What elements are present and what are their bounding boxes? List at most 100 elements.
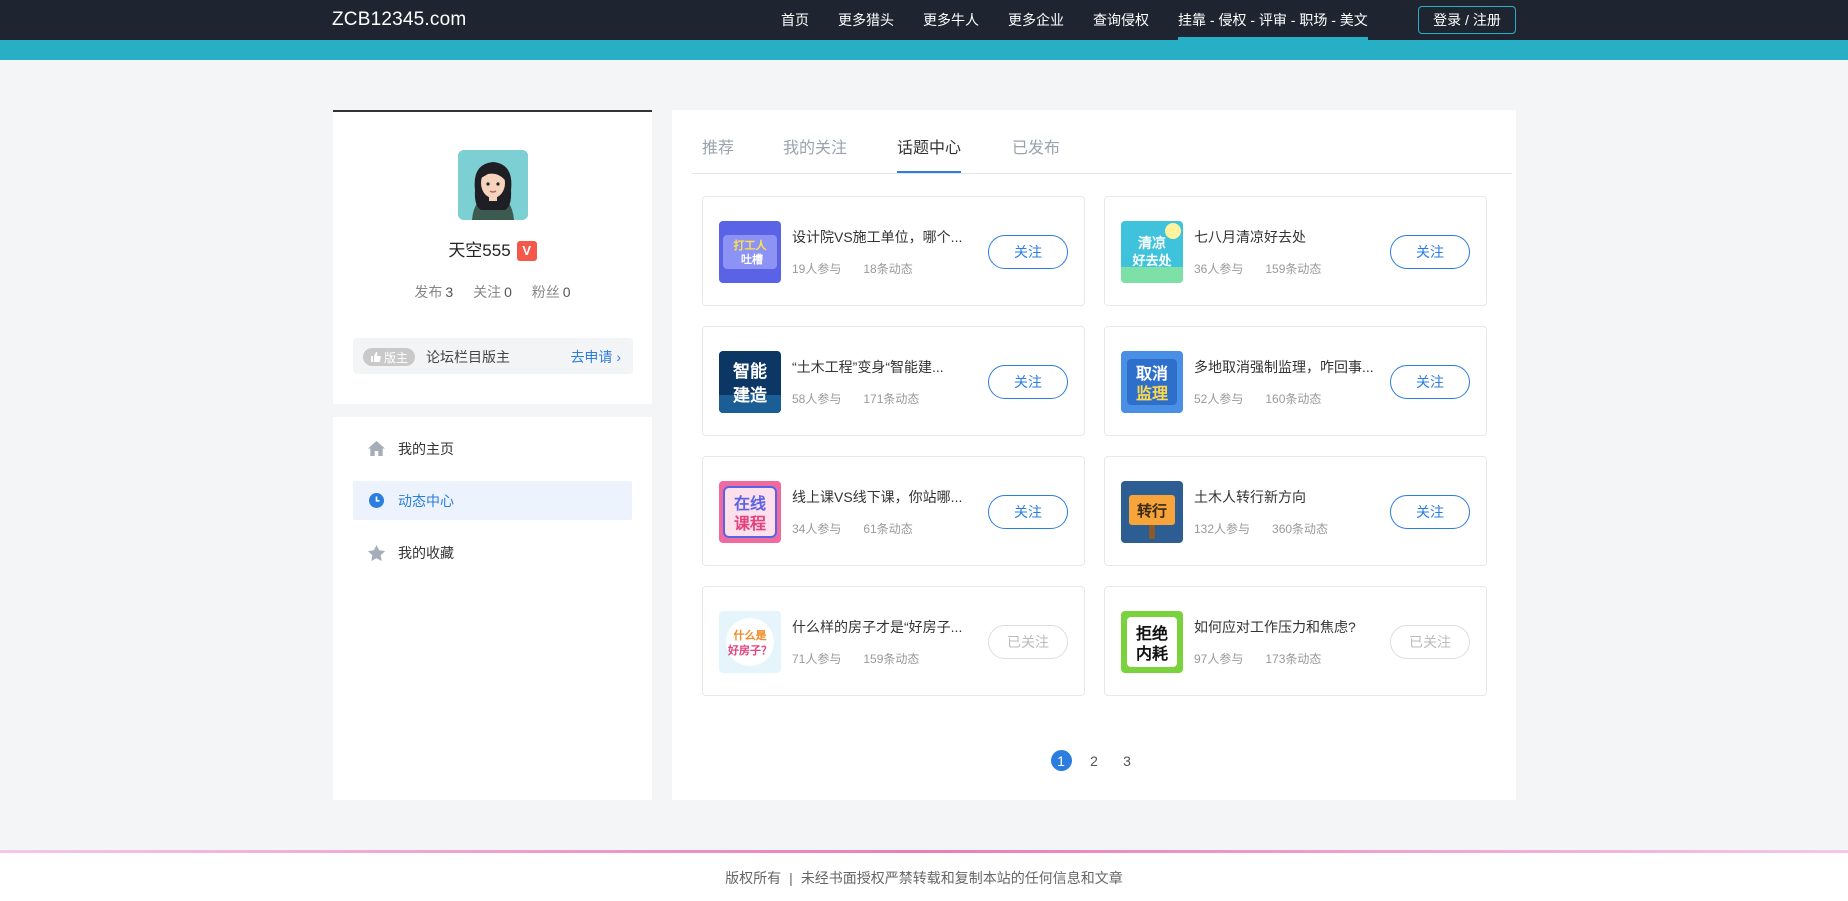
- footer: 版权所有 | 未经书面授权严禁转载和复制本站的任何信息和文章: [0, 853, 1848, 901]
- nav-talents[interactable]: 更多牛人: [923, 0, 979, 40]
- svg-text:监理: 监理: [1136, 384, 1168, 403]
- svg-text:建造: 建造: [733, 385, 768, 405]
- topic-thumbnail: 什么是 好房子？: [719, 611, 781, 673]
- apply-link[interactable]: 去申请 ›: [570, 347, 621, 367]
- topic-title[interactable]: 七八月清凉好去处: [1194, 227, 1374, 247]
- login-register-button[interactable]: 登录 / 注册: [1418, 6, 1516, 34]
- menu-activity-center[interactable]: 动态中心: [353, 481, 632, 520]
- svg-text:智能: 智能: [733, 361, 767, 381]
- follow-button[interactable]: 关注: [1390, 495, 1470, 529]
- footer-copyright: 版权所有: [725, 870, 782, 886]
- follow-button[interactable]: 关注: [1390, 235, 1470, 269]
- topic-meta: 71人参与 159条动态: [792, 652, 920, 666]
- profile-card: 天空555 V 发布 3 关注 0 粉丝 0 版主 论坛栏目版主 去申请 ›: [333, 110, 652, 404]
- topic-thumbnail: 转行: [1121, 481, 1183, 543]
- topic-meta: 36人参与 159条动态: [1194, 262, 1322, 276]
- topic-meta: 132人参与 360条动态: [1194, 522, 1329, 536]
- topic-card[interactable]: 取消 监理 多地取消强制监理，咋回事... 52人参与 160条动态 关注: [1104, 326, 1487, 436]
- svg-text:打工人: 打工人: [734, 238, 768, 252]
- topic-card[interactable]: 打工人 吐槽 设计院VS施工单位，哪个... 19人参与 18条动态 关注: [702, 196, 1085, 306]
- nav-companies[interactable]: 更多企业: [1008, 0, 1064, 40]
- tab-published[interactable]: 已发布: [1012, 134, 1060, 158]
- svg-text:好去处: 好去处: [1131, 253, 1172, 268]
- follow-button[interactable]: 关注: [1390, 365, 1470, 399]
- avatar[interactable]: [458, 150, 528, 220]
- svg-text:拒绝: 拒绝: [1136, 624, 1168, 643]
- topic-title[interactable]: 如何应对工作压力和焦虑?: [1194, 617, 1374, 637]
- profile-stats: 发布 3 关注 0 粉丝 0: [333, 282, 652, 302]
- header-band: [0, 40, 1848, 60]
- moderator-text: 论坛栏目版主: [426, 349, 510, 365]
- topic-card[interactable]: 清凉好去处 七八月清凉好去处 36人参与 159条动态 关注: [1104, 196, 1487, 306]
- svg-text:清凉: 清凉: [1138, 235, 1166, 251]
- topic-meta: 52人参与 160条动态: [1194, 392, 1322, 406]
- svg-text:内耗: 内耗: [1136, 644, 1168, 663]
- stat-posts[interactable]: 发布 3: [414, 284, 453, 300]
- topic-card[interactable]: 拒绝 内耗 如何应对工作压力和焦虑? 97人参与 173条动态 已关注: [1104, 586, 1487, 696]
- tab-bar: 推荐 我的关注 话题中心 已发布: [692, 110, 1512, 174]
- topic-meta: 34人参与 61条动态: [792, 522, 913, 536]
- topic-thumbnail: 打工人 吐槽: [719, 221, 781, 283]
- svg-text:课程: 课程: [734, 515, 766, 533]
- username: 天空555 V: [333, 236, 652, 261]
- follow-button[interactable]: 关注: [988, 365, 1068, 399]
- svg-text:好房子？: 好房子？: [727, 643, 772, 657]
- stat-fans[interactable]: 粉丝 0: [532, 284, 571, 300]
- stat-following[interactable]: 关注 0: [473, 284, 512, 300]
- topic-card[interactable]: 在线课程 线上课VS线下课，你站哪... 34人参与 61条动态 关注: [702, 456, 1085, 566]
- nav-home[interactable]: 首页: [781, 0, 809, 40]
- follow-button[interactable]: 关注: [988, 495, 1068, 529]
- followed-button[interactable]: 已关注: [988, 625, 1068, 659]
- star-icon: [367, 544, 385, 562]
- topic-meta: 19人参与 18条动态: [792, 262, 913, 276]
- tab-following[interactable]: 我的关注: [783, 134, 847, 158]
- verified-v-icon: V: [516, 241, 537, 261]
- topic-thumbnail: 清凉 好去处: [1121, 221, 1183, 283]
- topic-thumbnail: 取消 监理: [1121, 351, 1183, 413]
- topic-meta: 58人参与 171条动态: [792, 392, 920, 406]
- topic-title[interactable]: 土木人转行新方向: [1194, 487, 1374, 507]
- topic-title[interactable]: 线上课VS线下课，你站哪...: [792, 487, 972, 507]
- moderator-badge: 版主: [363, 348, 415, 366]
- pagination: 1 2 3: [672, 750, 1516, 771]
- menu-my-favorites[interactable]: 我的收藏: [353, 533, 632, 572]
- page-3-button[interactable]: 3: [1117, 750, 1138, 771]
- page-1-button[interactable]: 1: [1050, 750, 1072, 771]
- menu-my-homepage[interactable]: 我的主页: [353, 429, 632, 468]
- clock-icon: [367, 492, 385, 510]
- svg-text:什么是: 什么是: [734, 628, 768, 642]
- tab-recommend[interactable]: 推荐: [702, 134, 734, 158]
- topic-card[interactable]: 什么是 好房子？ 什么样的房子才是“好房子... 71人参与 159条动态 已关注: [702, 586, 1085, 696]
- thumb-icon: [370, 352, 381, 362]
- topic-card[interactable]: 转行 土木人转行新方向 132人参与 360条动态 关注: [1104, 456, 1487, 566]
- followed-button[interactable]: 已关注: [1390, 625, 1470, 659]
- nav-infringement[interactable]: 查询侵权: [1093, 0, 1149, 40]
- topic-thumbnail: 在线 课程: [719, 481, 781, 543]
- side-menu: 我的主页 动态中心 我的收藏: [333, 417, 652, 800]
- topic-thumbnail: 智能 建造: [719, 351, 781, 413]
- footer-separator: |: [789, 870, 793, 886]
- svg-text:在线: 在线: [734, 494, 766, 513]
- main-nav: 首页 更多猎头 更多牛人 更多企业 查询侵权 挂靠 - 侵权 - 评审 - 职场…: [781, 0, 1397, 40]
- nav-forum[interactable]: 挂靠 - 侵权 - 评审 - 职场 - 美文: [1178, 0, 1368, 40]
- top-navbar: ZCB12345.com 首页 更多猎头 更多牛人 更多企业 查询侵权 挂靠 -…: [0, 0, 1848, 40]
- topic-card[interactable]: 智能建造 “土木工程”变身“智能建... 58人参与 171条动态 关注: [702, 326, 1085, 436]
- topic-thumbnail: 拒绝 内耗: [1121, 611, 1183, 673]
- topic-center-panel: 推荐 我的关注 话题中心 已发布 打工人 吐槽 设计院VS施工单位，哪个... 1…: [672, 110, 1516, 800]
- svg-text:转行: 转行: [1137, 502, 1167, 520]
- topic-title[interactable]: “土木工程”变身“智能建...: [792, 357, 972, 377]
- svg-text:吐槽: 吐槽: [741, 252, 763, 266]
- home-icon: [367, 440, 385, 458]
- follow-button[interactable]: 关注: [988, 235, 1068, 269]
- nav-headhunters[interactable]: 更多猎头: [838, 0, 894, 40]
- svg-text:取消: 取消: [1136, 364, 1168, 383]
- page-2-button[interactable]: 2: [1084, 750, 1105, 771]
- footer-notice: 未经书面授权严禁转载和复制本站的任何信息和文章: [800, 870, 1123, 886]
- moderator-row: 版主 论坛栏目版主 去申请 ›: [353, 338, 633, 374]
- topic-title[interactable]: 设计院VS施工单位，哪个...: [792, 227, 972, 247]
- topic-title[interactable]: 多地取消强制监理，咋回事...: [1194, 357, 1374, 377]
- site-logo[interactable]: ZCB12345.com: [332, 9, 466, 31]
- topic-meta: 97人参与 173条动态: [1194, 652, 1322, 666]
- tab-topic-center[interactable]: 话题中心: [897, 134, 962, 173]
- topic-title[interactable]: 什么样的房子才是“好房子...: [792, 617, 972, 637]
